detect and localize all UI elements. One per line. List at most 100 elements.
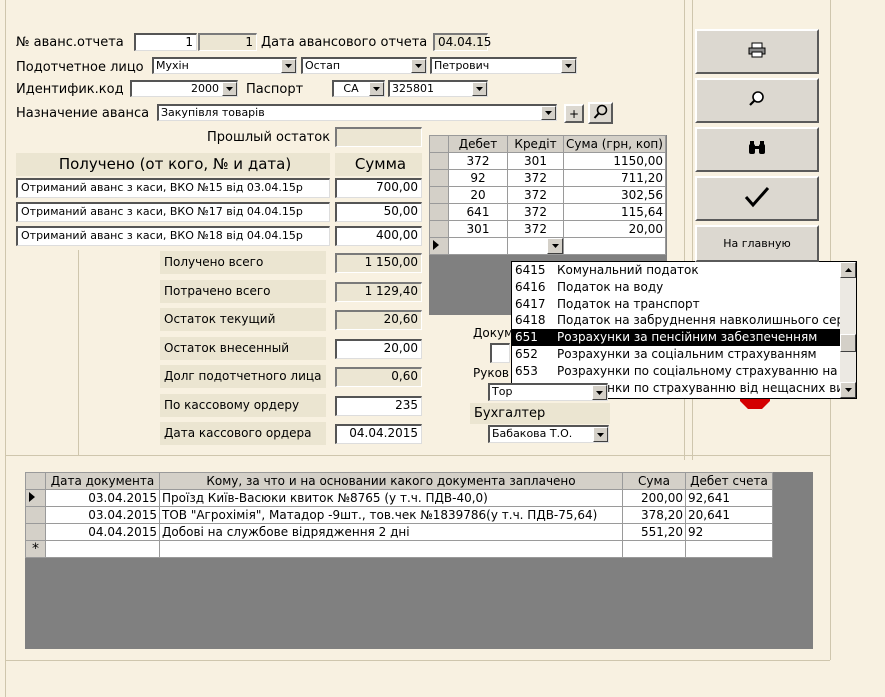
purpose-combo[interactable]: Закупівля товарів — [157, 104, 557, 121]
credit-cell-editing[interactable] — [507, 237, 564, 255]
list-item[interactable]: 653 Розрахунки по соціальному страхуванню… — [512, 363, 840, 380]
col-date-header[interactable]: Дата документа — [45, 472, 160, 490]
desc-cell[interactable]: Проїзд Київ-Васюки квиток №8765 (у т.ч. … — [159, 489, 623, 507]
date-cell[interactable]: 04.04.2015 — [45, 523, 160, 541]
table-row[interactable]: 03.04.2015 ТОВ "Агрохімія", Матадор -9шт.… — [25, 506, 773, 524]
list-item[interactable]: 652 Розрахунки за соціальним страхуванням — [512, 346, 840, 363]
debit-cell[interactable]: 301 — [448, 220, 508, 238]
row-selector[interactable] — [429, 186, 449, 204]
received-row-sum[interactable]: 400,00 — [335, 226, 422, 246]
cash-order-date-input[interactable]: 04.04.2015 — [335, 424, 422, 444]
received-row-sum[interactable]: 700,00 — [335, 178, 422, 198]
list-item[interactable]: 6417 Податок на транспорт — [512, 296, 840, 313]
chevron-down-icon[interactable] — [281, 59, 296, 73]
col-desc-header[interactable]: Кому, за что и на основании какого докум… — [159, 472, 623, 490]
desc-cell[interactable]: Добові на службове відрядження 2 дні — [159, 523, 623, 541]
scroll-thumb[interactable] — [840, 334, 856, 352]
person-middle-combo[interactable]: Петрович — [430, 57, 577, 74]
chevron-down-icon[interactable] — [541, 106, 556, 120]
accountant-combo[interactable]: Бабакова Т.О. — [488, 425, 609, 443]
scroll-up-icon[interactable] — [840, 262, 856, 278]
table-row[interactable]: 92 372 711,20 — [429, 169, 666, 187]
sum-cell[interactable]: 551,20 — [622, 523, 686, 541]
confirm-button[interactable] — [695, 176, 819, 221]
table-row[interactable]: 641 372 115,64 — [429, 203, 666, 221]
table-row[interactable]: 301 372 20,00 — [429, 220, 666, 238]
date-cell[interactable]: 03.04.2015 — [45, 489, 160, 507]
balance-entered-input[interactable]: 20,00 — [335, 339, 422, 359]
row-selector[interactable] — [25, 506, 46, 524]
sum-cell[interactable]: 20,00 — [563, 220, 666, 238]
scroll-down-icon[interactable] — [840, 382, 856, 398]
table-row-new[interactable] — [429, 237, 666, 255]
list-item[interactable]: 6418 Податок на забруднення навколишнього… — [512, 312, 840, 329]
chevron-down-icon[interactable] — [369, 82, 384, 96]
find-button[interactable] — [695, 127, 819, 172]
credit-cell[interactable]: 372 — [507, 220, 564, 238]
date-cell[interactable]: 03.04.2015 — [45, 506, 160, 524]
row-selector[interactable] — [429, 220, 449, 238]
debit-cell[interactable]: 20 — [448, 186, 508, 204]
list-item-selected[interactable]: 651 Розрахунки за пенсійним забезпеченням — [512, 329, 840, 346]
table-row[interactable]: 03.04.2015 Проїзд Київ-Васюки квиток №876… — [25, 489, 773, 507]
person-first-combo[interactable]: Остап — [301, 57, 427, 74]
list-item[interactable]: 6416 Податок на воду — [512, 279, 840, 296]
debit-cell[interactable]: 641 — [448, 203, 508, 221]
table-row-new[interactable]: * — [25, 540, 773, 558]
sum-cell[interactable]: 1150,00 — [563, 152, 666, 170]
credit-cell[interactable]: 372 — [507, 186, 564, 204]
credit-cell[interactable]: 372 — [507, 203, 564, 221]
received-row-sum[interactable]: 50,00 — [335, 202, 422, 222]
add-purpose-button[interactable]: + — [564, 104, 584, 123]
row-selector[interactable] — [25, 523, 46, 541]
chevron-down-icon[interactable] — [592, 385, 607, 400]
col-credit-header[interactable]: Кредіт — [507, 135, 564, 153]
table-row[interactable]: 372 301 1150,00 — [429, 152, 666, 170]
preview-button[interactable] — [695, 78, 819, 123]
to-main-button[interactable]: На главную — [695, 225, 819, 262]
doc-input-partial[interactable] — [490, 343, 510, 363]
debit-cell[interactable]: 92,641 — [685, 489, 773, 507]
received-row-text[interactable]: Отриманий аванс з каси, ВКО №15 від 03.0… — [16, 178, 330, 198]
chevron-down-icon[interactable] — [411, 59, 426, 73]
cash-order-input[interactable]: 235 — [335, 396, 422, 416]
debit-cell[interactable]: 372 — [448, 152, 508, 170]
sum-cell[interactable]: 115,64 — [563, 203, 666, 221]
stop-icon[interactable] — [740, 399, 770, 409]
col-debit-header[interactable]: Дебет — [448, 135, 508, 153]
desc-cell-new[interactable] — [159, 540, 623, 558]
report-no-input[interactable]: 1 — [134, 33, 197, 51]
sum-cell[interactable]: 302,56 — [563, 186, 666, 204]
debit-cell-new[interactable] — [685, 540, 773, 558]
debit-cell[interactable]: 20,641 — [685, 506, 773, 524]
report-date-field[interactable]: 04.04.15 — [433, 33, 491, 51]
received-row-text[interactable]: Отриманий аванс з каси, ВКО №18 від 04.0… — [16, 226, 330, 246]
account-dropdown-list[interactable]: 6415 Комунальний податок 6416 Податок на в… — [511, 261, 857, 399]
sum-cell[interactable]: 378,20 — [622, 506, 686, 524]
credit-cell[interactable]: 301 — [507, 152, 564, 170]
row-selector[interactable] — [429, 203, 449, 221]
print-button[interactable] — [695, 29, 819, 74]
passport-number-combo[interactable]: 325801 — [388, 80, 488, 97]
col-sum-header[interactable]: Сума — [622, 472, 686, 490]
passport-series-combo[interactable]: СА — [332, 80, 385, 97]
desc-cell[interactable]: ТОВ "Агрохімія", Матадор -9шт., тов.чек … — [159, 506, 623, 524]
debit-cell[interactable]: 92 — [448, 169, 508, 187]
dropdown-scrollbar[interactable] — [840, 262, 856, 398]
id-combo[interactable]: 2000 — [130, 80, 238, 97]
debit-cell-new[interactable] — [448, 237, 508, 255]
col-sum-header[interactable]: Сума (грн, коп) — [563, 135, 666, 153]
person-last-combo[interactable]: Мухін — [152, 57, 297, 74]
date-cell-new[interactable] — [45, 540, 160, 558]
row-selector[interactable] — [429, 169, 449, 187]
chevron-down-icon[interactable] — [547, 238, 563, 254]
documents-grid[interactable]: Дата документа Кому, за что и на основани… — [25, 472, 813, 649]
table-row[interactable]: 20 372 302,56 — [429, 186, 666, 204]
credit-cell[interactable]: 372 — [507, 169, 564, 187]
search-purpose-button[interactable] — [588, 102, 613, 124]
chevron-down-icon[interactable] — [472, 82, 487, 96]
chevron-down-icon[interactable] — [561, 59, 576, 73]
row-selector[interactable] — [429, 152, 449, 170]
sum-cell[interactable]: 200,00 — [622, 489, 686, 507]
list-item[interactable]: 6415 Комунальний податок — [512, 262, 840, 279]
